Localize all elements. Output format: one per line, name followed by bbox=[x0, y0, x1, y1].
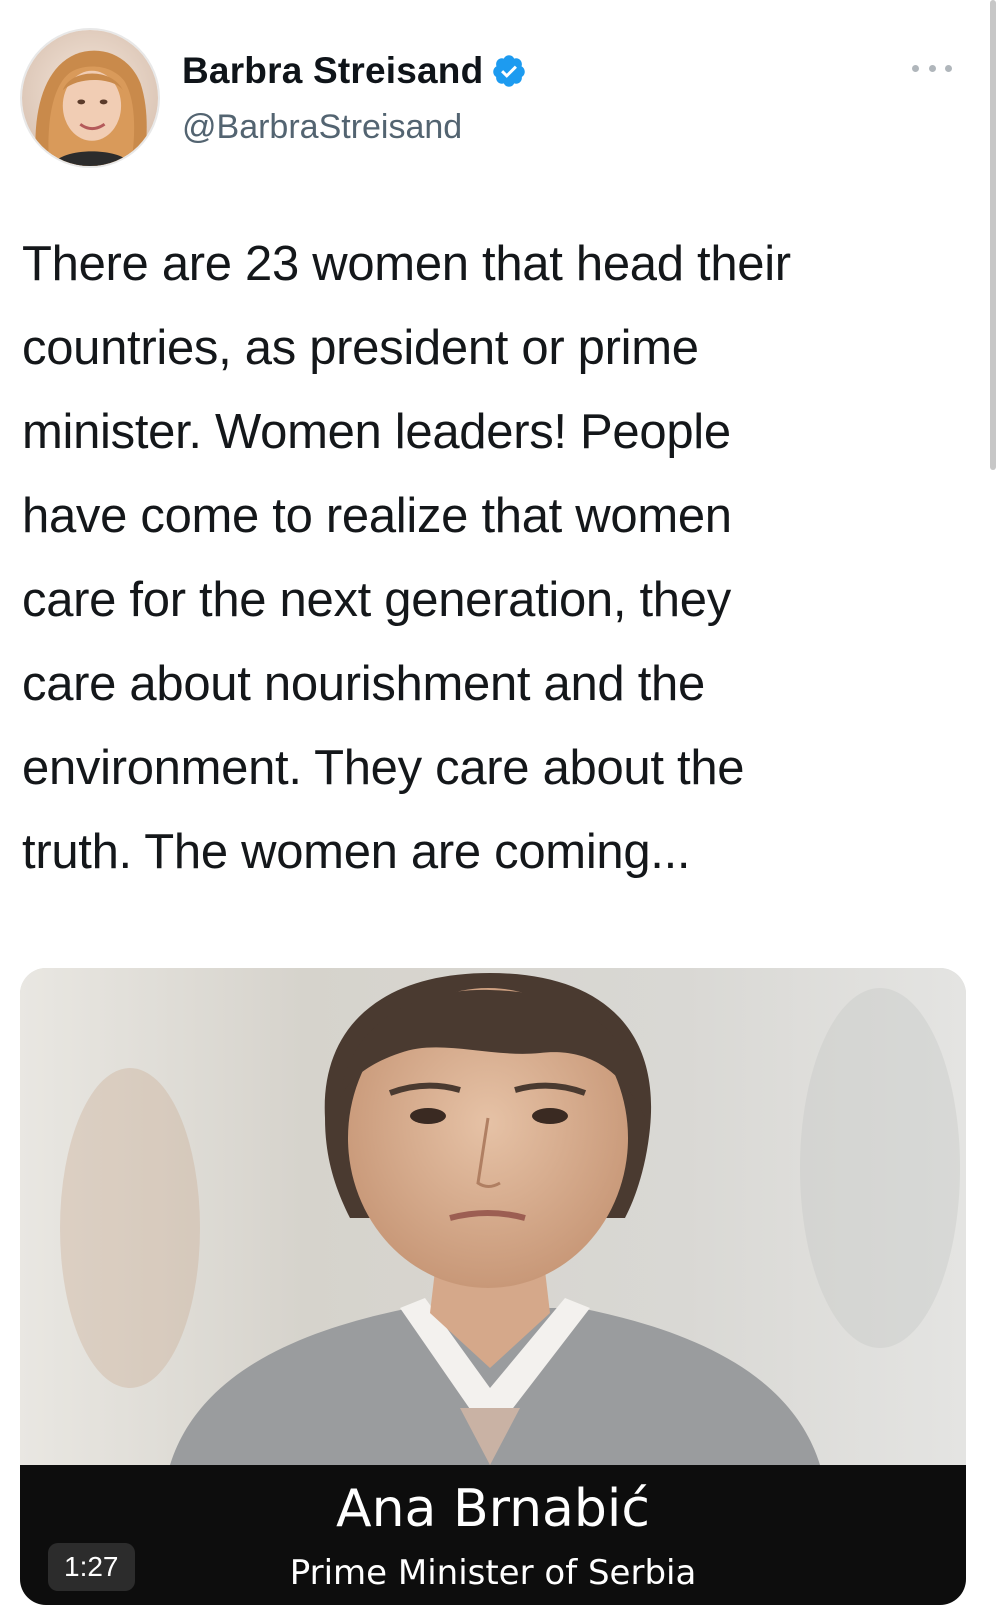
verified-badge-icon bbox=[491, 53, 527, 89]
video-media[interactable]: Ana Brnabić Prime Minister of Serbia 1:2… bbox=[20, 968, 966, 1605]
more-options-icon[interactable] bbox=[912, 58, 952, 78]
avatar[interactable] bbox=[20, 28, 160, 168]
author-name-row[interactable]: Barbra Streisand bbox=[182, 50, 527, 92]
tweet-body-text: There are 23 women that head their count… bbox=[22, 237, 791, 879]
author-handle[interactable]: @BarbraStreisand bbox=[182, 108, 462, 147]
video-caption-bar: Ana Brnabić Prime Minister of Serbia bbox=[20, 1465, 966, 1605]
tweet-header: Barbra Streisand @BarbraStreisand bbox=[20, 28, 980, 168]
tweet-card: Barbra Streisand @BarbraStreisand There … bbox=[0, 0, 1000, 1605]
caption-person-name: Ana Brnabić bbox=[336, 1479, 650, 1539]
video-duration-badge: 1:27 bbox=[48, 1543, 135, 1591]
scrollbar[interactable] bbox=[990, 0, 996, 470]
profile-photo-icon bbox=[22, 30, 158, 166]
author-display-name[interactable]: Barbra Streisand bbox=[182, 50, 483, 92]
caption-person-title: Prime Minister of Serbia bbox=[289, 1553, 697, 1593]
